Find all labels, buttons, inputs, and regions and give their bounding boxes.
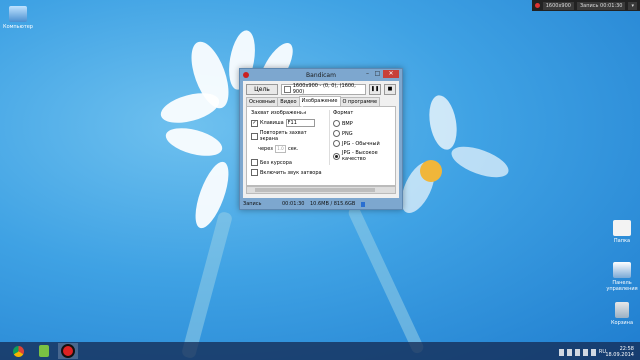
taskbar: RU 22:58 18.09.2014 xyxy=(0,342,640,360)
image-settings-panel: Захват изображения ✓ Клавиша F11 Повторя… xyxy=(246,106,396,186)
tray-icon[interactable] xyxy=(590,349,596,356)
window-titlebar[interactable]: Bandicam – □ ✕ xyxy=(240,69,402,81)
disk-usage-indicator xyxy=(361,202,365,207)
tab-bar: Основные Видео Изображение О программе xyxy=(246,96,381,106)
taskbar-utorrent[interactable] xyxy=(34,343,54,359)
tray-icon[interactable] xyxy=(574,349,580,356)
recycle-bin-icon xyxy=(615,302,629,318)
recording-resolution: 1600x900 xyxy=(542,1,574,10)
shutter-sound-label: Включить звук затвора xyxy=(260,169,322,176)
desktop-icon-label: Корзина xyxy=(610,320,634,326)
recording-status: Запись 00:01:30 xyxy=(576,1,626,10)
tab-video[interactable]: Видео xyxy=(277,97,300,106)
desktop-icon-control-panel[interactable]: Панель управления xyxy=(605,262,639,292)
taskbar-chrome[interactable] xyxy=(8,343,28,359)
desktop-icon-label: Компьютер xyxy=(3,24,33,30)
tab-general[interactable]: Основные xyxy=(246,97,279,106)
utorrent-icon xyxy=(39,345,49,357)
desktop-icon-label: Панель управления xyxy=(606,280,638,292)
tab-about[interactable]: О программе xyxy=(339,97,381,106)
hotkey-label: Клавиша xyxy=(260,120,284,126)
computer-icon xyxy=(9,6,27,22)
tray-icon[interactable] xyxy=(558,349,564,356)
region-checkbox-icon xyxy=(284,85,291,93)
maximize-button[interactable]: □ xyxy=(373,70,382,78)
bandicam-window: Bandicam – □ ✕ Цель 1600x900 - (0, 0), (… xyxy=(239,68,403,210)
desktop-icon-computer[interactable]: Компьютер xyxy=(1,6,35,30)
wallpaper-stem xyxy=(180,210,234,360)
close-button[interactable]: ✕ xyxy=(383,70,399,78)
minimize-button[interactable]: – xyxy=(363,70,372,78)
folder-icon xyxy=(613,220,631,236)
shutter-sound-checkbox[interactable] xyxy=(251,169,258,176)
format-group-label: Формат xyxy=(333,110,354,116)
status-time: 00:01:30 xyxy=(282,201,305,207)
wallpaper-petal xyxy=(425,93,461,152)
window-client: Цель 1600x900 - (0, 0), (1600, 900) ❚❚ ■… xyxy=(243,81,399,198)
taskbar-bandicam[interactable] xyxy=(58,343,78,359)
bandicam-record-icon xyxy=(61,344,75,358)
format-radio-jpg-high[interactable] xyxy=(333,152,340,160)
wallpaper-petal xyxy=(157,87,223,129)
tray-icon[interactable] xyxy=(566,349,572,356)
status-label: Запись xyxy=(243,201,262,207)
no-cursor-label: Без курсора xyxy=(260,159,292,166)
format-radio-bmp[interactable] xyxy=(333,120,340,127)
wallpaper-petal xyxy=(447,140,513,184)
format-label: JPG - Обычный xyxy=(342,140,380,147)
repeat-interval-input[interactable]: 1.0 xyxy=(274,145,286,153)
desktop-icon-recycle-bin[interactable]: Корзина xyxy=(605,302,639,326)
desktop-icon-folder[interactable]: Папка xyxy=(605,220,639,244)
clock-date: 18.09.2014 xyxy=(605,352,634,358)
control-panel-icon xyxy=(613,262,631,278)
format-label: BMP xyxy=(342,120,353,127)
stop-button[interactable]: ■ xyxy=(384,83,396,95)
format-radio-png[interactable] xyxy=(333,130,340,137)
format-group: Формат BMP PNG JPG - Обычный JPG - Высок… xyxy=(329,110,403,165)
scrollbar-thumb[interactable] xyxy=(255,188,375,192)
recording-menu-icon[interactable]: ▾ xyxy=(628,1,637,10)
no-cursor-checkbox[interactable] xyxy=(251,159,258,166)
repeat-capture-checkbox[interactable] xyxy=(251,132,258,140)
format-radio-jpg-normal[interactable] xyxy=(333,140,340,147)
format-label: PNG xyxy=(342,130,353,137)
recording-bar: 1600x900 Запись 00:01:30 ▾ xyxy=(531,0,640,11)
desktop-icon-label: Папка xyxy=(613,238,631,244)
hotkey-checkbox[interactable]: ✓ xyxy=(251,119,258,127)
wallpaper-stem xyxy=(346,204,426,356)
hotkey-input[interactable]: F11 xyxy=(285,119,315,127)
status-bar: Запись 00:01:30 10.6MB / 815.6GB xyxy=(240,199,402,209)
chrome-icon xyxy=(12,345,24,357)
capture-group: Захват изображения ✓ Клавиша F11 Повторя… xyxy=(251,110,323,179)
wallpaper-petal xyxy=(162,122,226,162)
repeat-capture-label: Повторять захват экрана xyxy=(259,130,307,142)
capture-group-label: Захват изображения xyxy=(251,110,307,116)
status-size: 10.6MB / 815.6GB xyxy=(310,201,356,207)
pause-button[interactable]: ❚❚ xyxy=(369,83,381,95)
format-label: JPG - Высокое качество xyxy=(342,150,378,162)
region-display[interactable]: 1600x900 - (0, 0), (1600, 900) xyxy=(281,83,366,95)
flower-center xyxy=(420,160,442,182)
system-tray: RU xyxy=(558,349,606,356)
tray-icon[interactable] xyxy=(582,349,588,356)
taskbar-clock[interactable]: 22:58 18.09.2014 xyxy=(605,346,634,358)
record-dot-icon xyxy=(534,3,540,8)
horizontal-scrollbar[interactable] xyxy=(246,186,396,194)
repeat-every-label: через xyxy=(258,146,273,152)
repeat-unit-label: сек. xyxy=(287,146,299,152)
target-button[interactable]: Цель xyxy=(246,83,278,95)
region-text: 1600x900 - (0, 0), (1600, 900) xyxy=(292,83,356,95)
